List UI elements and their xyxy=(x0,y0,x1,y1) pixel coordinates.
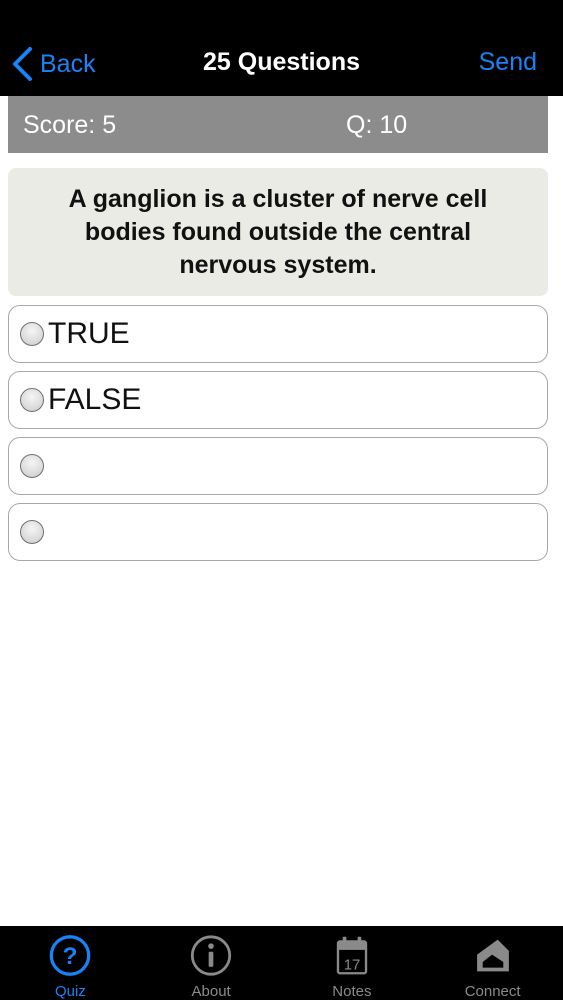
calendar-day-text: 17 xyxy=(344,957,361,974)
radio-button-icon[interactable] xyxy=(20,322,44,346)
tab-label: Connect xyxy=(464,983,521,1000)
answer-option-2[interactable]: FALSE xyxy=(8,371,548,429)
navigation-bar: Back 25 Questions Send xyxy=(0,0,563,96)
tab-quiz[interactable]: ? Quiz xyxy=(0,926,141,1000)
radio-button-icon[interactable] xyxy=(20,388,44,412)
calendar-icon: 17 xyxy=(336,936,368,975)
tab-label: Quiz xyxy=(54,983,86,1000)
tab-label: About xyxy=(191,983,231,1000)
answer-option-1[interactable]: TRUE xyxy=(8,305,548,363)
radio-button-icon[interactable] xyxy=(20,454,44,478)
info-circle-icon xyxy=(191,935,232,976)
tab-about[interactable]: About xyxy=(141,926,282,1000)
tab-notes[interactable]: 17 Notes xyxy=(282,926,423,1000)
question-circle-icon: ? xyxy=(50,935,91,976)
question-text: A ganglion is a cluster of nerve cell bo… xyxy=(8,168,548,296)
tab-connect[interactable]: Connect xyxy=(422,926,563,1000)
quiz-content: Score: 5 Q: 10 A ganglion is a cluster o… xyxy=(0,96,563,926)
score-bar: Score: 5 Q: 10 xyxy=(8,96,548,153)
tab-label: Notes xyxy=(332,983,372,1000)
connect-icon xyxy=(476,939,509,972)
answer-option-4[interactable] xyxy=(8,503,548,561)
svg-text:?: ? xyxy=(63,943,78,970)
answer-option-3[interactable] xyxy=(8,437,548,495)
radio-button-icon[interactable] xyxy=(20,520,44,544)
question-number-text: Q: 10 xyxy=(346,111,408,139)
score-text: Score: 5 xyxy=(23,111,117,139)
send-button[interactable]: Send xyxy=(479,48,537,77)
answer-option-label: FALSE xyxy=(48,383,142,416)
tab-bar: ? Quiz About 17 Notes Connect xyxy=(0,926,563,1000)
answer-option-label: TRUE xyxy=(48,317,130,350)
